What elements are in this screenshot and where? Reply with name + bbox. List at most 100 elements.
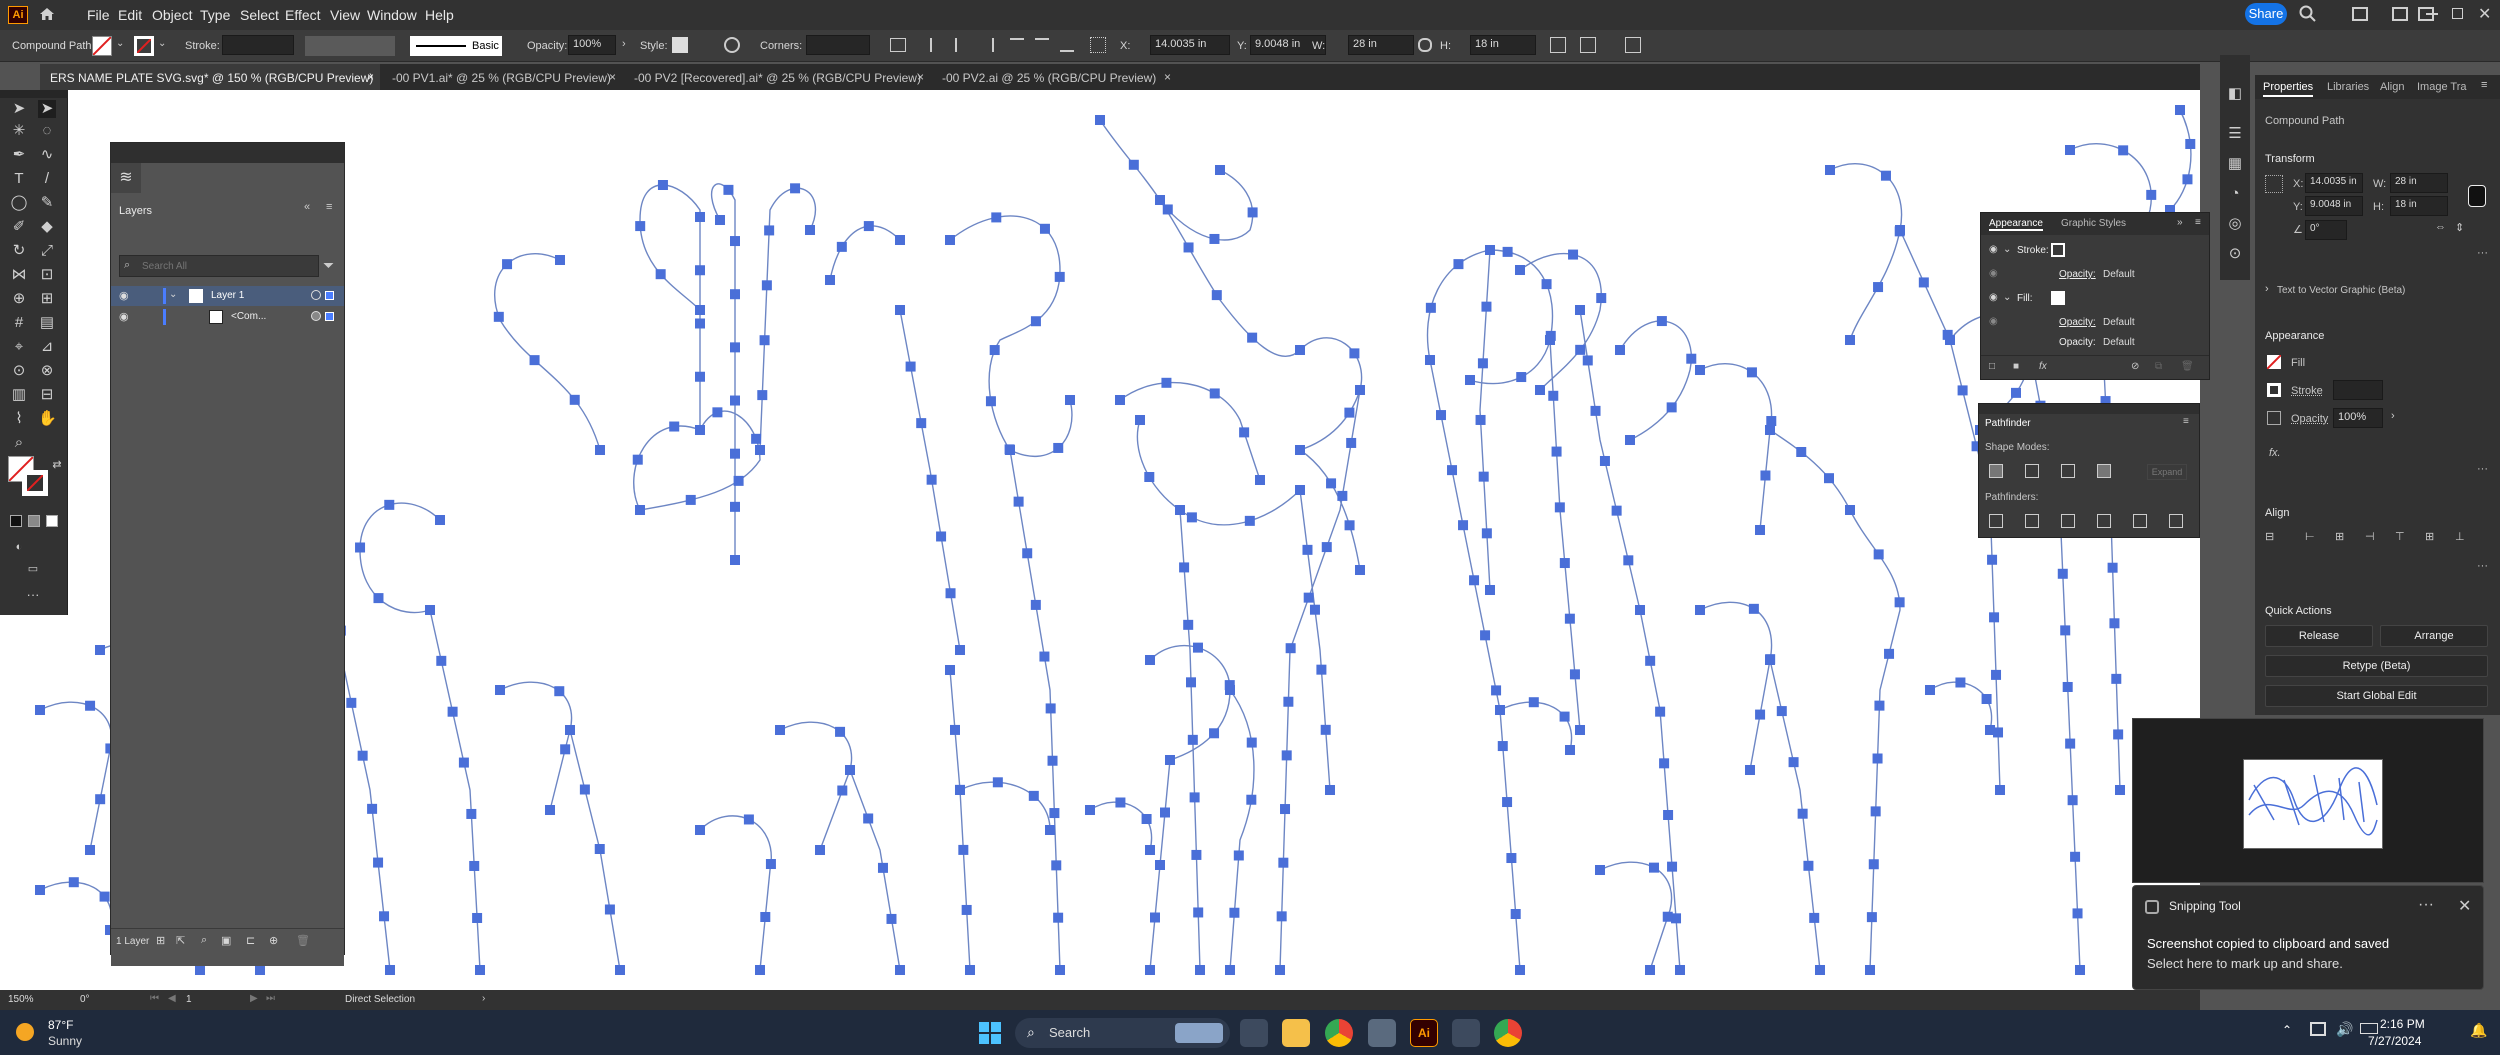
anchor-point[interactable] — [945, 588, 956, 599]
tab-appearance[interactable]: Appearance — [1989, 218, 2043, 231]
isolate-icon[interactable] — [1625, 37, 1641, 53]
h-input[interactable]: 18 in — [1470, 35, 1536, 55]
anchor-point[interactable] — [815, 845, 825, 855]
color-mode-icon[interactable] — [10, 515, 22, 527]
share-button[interactable]: Share — [2245, 3, 2287, 25]
anchor-point[interactable] — [1030, 599, 1041, 610]
fill-swatch[interactable] — [92, 36, 112, 56]
anchor-point[interactable] — [863, 221, 874, 232]
anchor-point[interactable] — [1595, 865, 1605, 875]
anchor-point[interactable] — [1957, 385, 1968, 396]
anchor-point[interactable] — [1516, 372, 1527, 383]
anchor-point[interactable] — [1510, 909, 1521, 920]
fill-swatch[interactable] — [2266, 354, 2282, 370]
anchor-point[interactable] — [992, 777, 1003, 788]
anchor-point[interactable] — [1135, 415, 1145, 425]
layers-panel-header[interactable] — [111, 143, 344, 163]
collect-export-icon[interactable]: ⊞ — [156, 934, 165, 947]
anchor-point[interactable] — [695, 425, 705, 435]
zoom-level[interactable]: 150% — [8, 994, 34, 1005]
anchor-point[interactable] — [1497, 741, 1508, 752]
anchor-point[interactable] — [1115, 797, 1126, 808]
anchor-point[interactable] — [1186, 677, 1197, 688]
layers-icon[interactable]: ≋ — [111, 163, 141, 193]
pen-app-icon[interactable] — [1452, 1019, 1480, 1047]
anchor-point[interactable] — [1491, 685, 1502, 696]
anchor-point[interactable] — [1845, 335, 1855, 345]
anchor-point[interactable] — [1141, 814, 1152, 825]
anchor-point[interactable] — [730, 395, 740, 406]
anchor-point[interactable] — [1575, 725, 1585, 735]
anchor-point[interactable] — [1162, 204, 1173, 215]
shape-builder-tool-icon[interactable]: ⊕ — [10, 290, 28, 308]
menu-type[interactable]: Type — [200, 7, 230, 23]
anchor-point[interactable] — [85, 845, 95, 855]
opacity-input[interactable]: 100% — [568, 35, 616, 55]
anchor-point[interactable] — [346, 697, 357, 708]
rotate-icon[interactable]: ↻ — [10, 242, 28, 260]
shape-builder-icon[interactable] — [1580, 37, 1596, 53]
close-icon[interactable]: × — [917, 70, 924, 84]
anchor-point[interactable] — [1276, 911, 1287, 922]
anchor-point[interactable] — [1295, 345, 1305, 355]
gradient-mode-icon[interactable] — [28, 515, 40, 527]
anchor-point[interactable] — [775, 725, 785, 735]
anchor-point[interactable] — [466, 808, 477, 819]
anchor-point[interactable] — [1582, 355, 1593, 366]
calculator-icon[interactable] — [1368, 1019, 1396, 1047]
anchor-point[interactable] — [1485, 585, 1495, 595]
anchor-point[interactable] — [1346, 437, 1357, 448]
taskbar-search[interactable]: ⌕ Search — [1015, 1018, 1230, 1048]
panel-menu-icon[interactable]: ≡ — [2183, 416, 2189, 427]
anchor-point[interactable] — [1281, 750, 1292, 761]
minimize-window-icon[interactable] — [2426, 13, 2438, 15]
flip-vertical-icon[interactable]: ⇕ — [2455, 221, 2464, 234]
anchor-point[interactable] — [985, 396, 996, 407]
menu-select[interactable]: Select — [240, 7, 279, 23]
variable-width-profile[interactable] — [305, 36, 395, 56]
anchor-point[interactable] — [615, 965, 625, 975]
anchor-point[interactable] — [916, 418, 927, 429]
anchor-point[interactable] — [955, 645, 965, 655]
anchor-point[interactable] — [1085, 805, 1095, 815]
selection-indicator[interactable] — [325, 312, 334, 321]
anchor-point[interactable] — [1275, 965, 1285, 975]
anchor-point[interactable] — [1760, 470, 1771, 481]
anchor-point[interactable] — [1656, 316, 1667, 327]
workspace-switcher-icon[interactable] — [2392, 7, 2408, 21]
anchor-point[interactable] — [2057, 568, 2068, 579]
release-button[interactable]: Release — [2265, 625, 2373, 647]
anchor-point[interactable] — [895, 965, 905, 975]
anchor-point[interactable] — [755, 445, 765, 455]
anchor-point[interactable] — [493, 311, 504, 322]
anchor-point[interactable] — [845, 765, 855, 775]
align-top-icon[interactable] — [1010, 38, 1024, 52]
transform-icon[interactable] — [1550, 37, 1566, 53]
anchor-point[interactable] — [825, 275, 835, 285]
width-icon[interactable]: ⋈ — [10, 266, 28, 284]
anchor-point[interactable] — [1568, 249, 1579, 260]
eyedropper-icon[interactable]: ⌖ — [10, 338, 28, 356]
close-window-icon[interactable]: ✕ — [2478, 4, 2491, 24]
swatches-panel-icon[interactable]: ▦ — [2226, 155, 2244, 173]
anchor-point[interactable] — [1766, 416, 1777, 427]
anchor-point[interactable] — [1344, 407, 1355, 418]
anchor-point[interactable] — [1295, 485, 1305, 495]
anchor-point[interactable] — [1233, 850, 1244, 861]
anchor-point[interactable] — [836, 241, 847, 252]
anchor-point[interactable] — [1635, 605, 1645, 615]
anchor-point[interactable] — [695, 265, 705, 276]
collapse-panel-icon[interactable]: » — [2177, 217, 2183, 228]
anchor-point[interactable] — [695, 371, 705, 382]
anchor-point[interactable] — [1675, 965, 1685, 975]
panel-menu-icon[interactable]: ≡ — [326, 201, 332, 213]
w-input[interactable]: 28 in — [2390, 173, 2448, 193]
anchor-point[interactable] — [1506, 853, 1517, 864]
app-logo[interactable]: Ai — [8, 6, 28, 24]
anchor-point[interactable] — [1193, 907, 1204, 918]
style-swatch[interactable] — [672, 37, 688, 53]
anchor-point[interactable] — [877, 862, 888, 873]
hand-icon[interactable]: ✋ — [38, 410, 57, 428]
layer-row[interactable]: ◉ <Com... — [111, 307, 344, 327]
anchor-point[interactable] — [715, 215, 725, 225]
